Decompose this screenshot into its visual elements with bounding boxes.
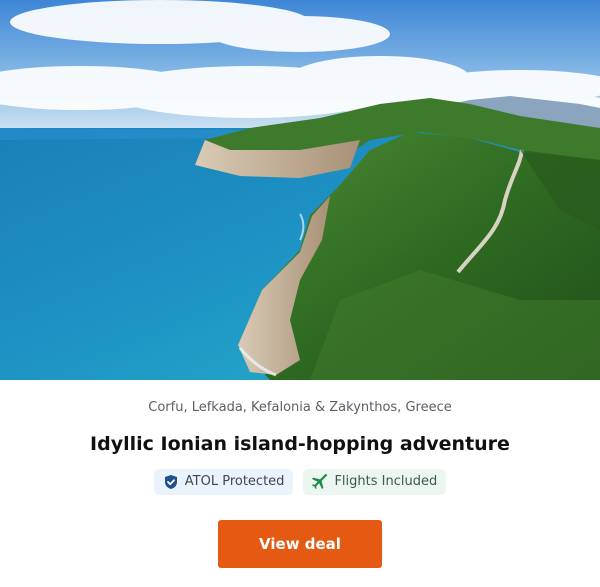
hero-image[interactable] (0, 0, 600, 380)
flights-included-badge: Flights Included (303, 469, 447, 495)
deal-details: Corfu, Lefkada, Kefalonia & Zakynthos, G… (0, 400, 600, 568)
deal-badges: ATOL Protected Flights Included (0, 469, 600, 495)
deal-location: Corfu, Lefkada, Kefalonia & Zakynthos, G… (148, 400, 452, 415)
airplane-icon (312, 474, 328, 489)
view-deal-button[interactable]: View deal (218, 520, 382, 568)
deal-card[interactable]: Corfu, Lefkada, Kefalonia & Zakynthos, G… (0, 0, 600, 587)
atol-badge-label: ATOL Protected (184, 474, 285, 489)
deal-title[interactable]: Idyllic Ionian island-hopping adventure (0, 432, 600, 456)
flights-badge-label: Flights Included (334, 474, 438, 489)
hero-illustration (0, 0, 600, 380)
shield-check-icon (164, 475, 177, 489)
atol-protected-badge: ATOL Protected (153, 469, 294, 495)
